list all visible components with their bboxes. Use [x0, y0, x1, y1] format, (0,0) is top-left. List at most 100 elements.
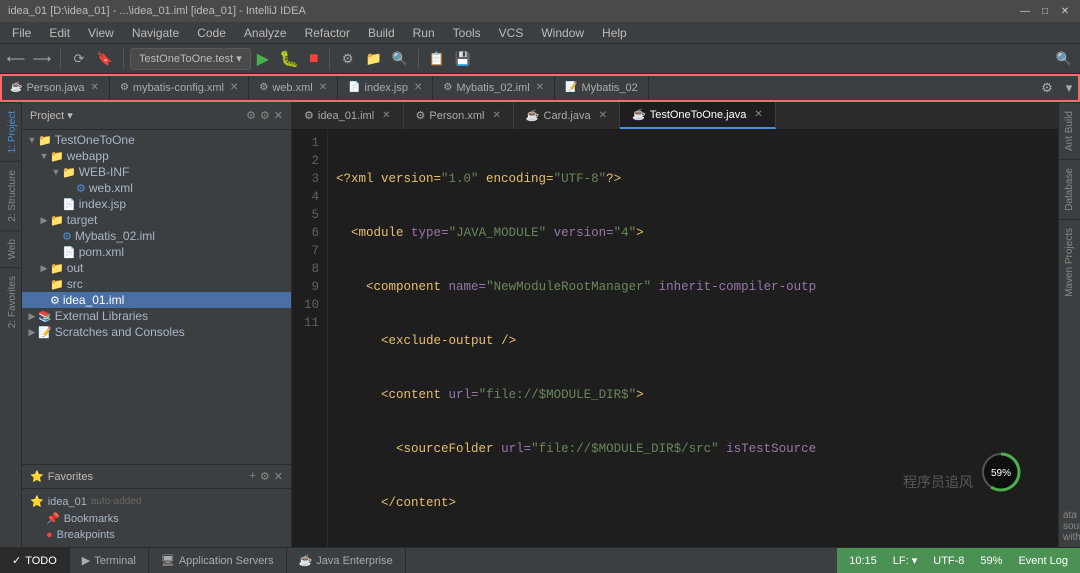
tree-item-pom[interactable]: 📄 pom.xml [22, 244, 291, 260]
menu-navigate[interactable]: Navigate [124, 24, 187, 42]
tree-item-idea-iml[interactable]: ⚙ idea_01.iml [22, 292, 291, 308]
run-config-selector[interactable]: TestOneToOne.test ▾ [130, 48, 251, 70]
stop-button[interactable]: ■ [305, 50, 323, 68]
tree-item-index-jsp[interactable]: 📄 index.jsp [22, 196, 291, 212]
toolbar-btn-7[interactable]: 💾 [451, 47, 475, 71]
app-servers-tab[interactable]: 🖥 Application Servers [149, 548, 287, 573]
file-tab-index-jsp[interactable]: 📄 index.jsp ✕ [338, 74, 433, 101]
tree-item-target[interactable]: ▶ 📁 target [22, 212, 291, 228]
maximize-btn[interactable]: □ [1038, 4, 1052, 18]
file-tab-web-xml[interactable]: ⚙ web.xml ✕ [249, 74, 338, 101]
editor-tab-idea-iml[interactable]: ⚙ idea_01.iml ✕ [292, 102, 404, 129]
file-tab-mybatis-config[interactable]: ⚙ mybatis-config.xml ✕ [110, 74, 249, 101]
menu-code[interactable]: Code [189, 24, 234, 42]
tree-item-scratches[interactable]: ▶ 📝 Scratches and Consoles [22, 324, 291, 340]
left-vtabs: 1: Project 2: Structure Web 2: Favorites [0, 102, 22, 547]
favorites-hide-icon[interactable]: ✕ [274, 470, 283, 483]
sidebar-gear-icon[interactable]: ⚙ [260, 109, 270, 122]
menu-view[interactable]: View [80, 24, 122, 42]
toolbar-btn-3[interactable]: ⚙ [336, 47, 360, 71]
status-percent: 59% [980, 555, 1002, 567]
java-enterprise-label: Java Enterprise [316, 555, 392, 567]
status-eventlog[interactable]: Event Log [1018, 555, 1068, 567]
close-tab-icon[interactable]: ✕ [319, 82, 327, 93]
back-btn[interactable]: ⟵ [4, 47, 28, 71]
favorites-item-idea01[interactable]: ⭐ idea_01 auto-added [22, 493, 291, 510]
editor-tab-person-xml[interactable]: ⚙ Person.xml ✕ [404, 102, 514, 129]
file-tab-mybatis-02-iml[interactable]: ⚙ Mybatis_02.iml ✕ [433, 74, 555, 101]
menu-tools[interactable]: Tools [445, 24, 489, 42]
xml-icon: ⚙ [120, 82, 129, 93]
menu-help[interactable]: Help [594, 24, 635, 42]
editor-tab-card-java[interactable]: ☕ Card.java ✕ [514, 102, 620, 129]
svg-text:59%: 59% [991, 468, 1011, 479]
menu-build[interactable]: Build [360, 24, 403, 42]
close-tab-btn[interactable]: ✕ [754, 109, 762, 120]
tree-item-root[interactable]: ▼ 📁 TestOneToOne [22, 132, 291, 148]
menu-file[interactable]: File [4, 24, 39, 42]
tree-item-out[interactable]: ▶ 📁 out [22, 260, 291, 276]
todo-tab[interactable]: ✓ TODO [0, 548, 70, 573]
maven-projects-panel-btn[interactable]: Maven Projects [1059, 219, 1080, 305]
database-panel-btn[interactable]: Database [1059, 159, 1080, 219]
favorites-settings-icon[interactable]: ⚙ [260, 470, 270, 483]
menu-edit[interactable]: Edit [41, 24, 78, 42]
vtab-structure[interactable]: 2: Structure [0, 161, 21, 230]
tree-item-webapp[interactable]: ▼ 📁 webapp [22, 148, 291, 164]
vtab-project[interactable]: 1: Project [0, 102, 21, 161]
menu-analyze[interactable]: Analyze [236, 24, 295, 42]
vtab-web[interactable]: Web [0, 230, 21, 267]
file-tab-person-java[interactable]: ☕ Person.java ✕ [0, 74, 110, 101]
toolbar-btn-5[interactable]: 🔍 [388, 47, 412, 71]
close-tab-btn[interactable]: ✕ [382, 110, 390, 121]
debug-button[interactable]: 🐛 [275, 49, 303, 69]
terminal-tab[interactable]: ▶ Terminal [70, 548, 149, 573]
menu-run[interactable]: Run [405, 24, 443, 42]
toolbar-btn-2[interactable]: 🔖 [93, 47, 117, 71]
close-tab-icon[interactable]: ✕ [230, 82, 238, 93]
favorites-header[interactable]: ⭐ Favorites + ⚙ ✕ [22, 465, 291, 489]
code-line-7: </content> [336, 494, 1050, 512]
datasource-hint[interactable]: ata source with [1059, 506, 1080, 547]
bottom-bar-spacer [406, 548, 838, 573]
favorites-add-icon[interactable]: + [249, 470, 255, 483]
menu-vcs[interactable]: VCS [491, 24, 532, 42]
close-tab-icon[interactable]: ✕ [414, 82, 422, 93]
menu-refactor[interactable]: Refactor [297, 24, 358, 42]
run-button[interactable]: ▶ [253, 49, 273, 69]
tree-item-web-inf[interactable]: ▼ 📁 WEB-INF [22, 164, 291, 180]
tab-settings-btn[interactable]: ⚙ [1036, 74, 1058, 102]
close-tab-icon[interactable]: ✕ [91, 82, 99, 93]
tree-arrow: ▼ [50, 167, 62, 177]
search-everywhere-btn[interactable]: 🔍 [1052, 47, 1076, 71]
status-lf[interactable]: LF: ▾ [893, 554, 917, 567]
tree-arrow: ▼ [26, 135, 38, 145]
tree-item-web-xml[interactable]: ⚙ web.xml [22, 180, 291, 196]
editor-tab-test-java[interactable]: ☕ TestOneToOne.java ✕ [620, 102, 776, 129]
menu-window[interactable]: Window [533, 24, 592, 42]
toolbar-btn-1[interactable]: ⟳ [67, 47, 91, 71]
close-tab-icon[interactable]: ✕ [536, 82, 544, 93]
toolbar-btn-4[interactable]: 📁 [362, 47, 386, 71]
sidebar-hide-icon[interactable]: ✕ [274, 109, 283, 122]
close-btn[interactable]: ✕ [1058, 4, 1072, 18]
vtab-favorites[interactable]: 2: Favorites [0, 267, 21, 336]
close-tab-btn[interactable]: ✕ [599, 110, 607, 121]
minimize-btn[interactable]: — [1018, 4, 1032, 18]
forward-btn[interactable]: ⟶ [30, 47, 54, 71]
tree-item-ext-libs[interactable]: ▶ 📚 External Libraries [22, 308, 291, 324]
close-tab-btn[interactable]: ✕ [492, 110, 500, 121]
java-enterprise-tab[interactable]: ☕ Java Enterprise [287, 548, 406, 573]
file-tab-mybatis-02[interactable]: 📝 Mybatis_02 [555, 74, 649, 101]
toolbar-btn-6[interactable]: 📋 [425, 47, 449, 71]
tree-item-src[interactable]: 📁 src [22, 276, 291, 292]
status-encoding[interactable]: UTF-8 [933, 555, 964, 567]
tab-expand-btn[interactable]: ▾ [1058, 74, 1080, 102]
code-line-5: <content url="file://$MODULE_DIR$"> [336, 386, 1050, 404]
sidebar-settings-icon[interactable]: ⚙ [246, 109, 256, 122]
tree-item-mybatis-iml[interactable]: ⚙ Mybatis_02.iml [22, 228, 291, 244]
ant-build-panel-btn[interactable]: Ant Build [1059, 102, 1080, 159]
favorites-panel: ⭐ Favorites + ⚙ ✕ ⭐ idea_01 auto-added 📌 [22, 464, 291, 547]
favorites-item-bookmarks[interactable]: 📌 Bookmarks [22, 510, 291, 527]
favorites-item-breakpoints[interactable]: ● Breakpoints [22, 527, 291, 543]
